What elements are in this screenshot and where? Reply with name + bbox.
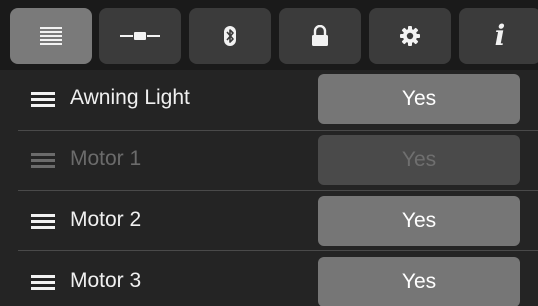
menu-icon bbox=[31, 213, 55, 229]
slider-icon bbox=[120, 30, 160, 42]
divider bbox=[18, 250, 538, 251]
divider bbox=[18, 190, 538, 191]
list-item-awning-light: Awning Light Yes bbox=[0, 70, 538, 130]
lock-icon bbox=[311, 25, 329, 47]
list-item-label: Awning Light bbox=[70, 86, 190, 109]
list-item-motor-1: Motor 1 Yes bbox=[0, 131, 538, 191]
screen: i Awning Light Yes Motor 1 Yes Motor 2 Y… bbox=[0, 0, 538, 306]
tab-settings[interactable] bbox=[369, 8, 451, 64]
tab-list[interactable] bbox=[10, 8, 92, 64]
settings-list: Awning Light Yes Motor 1 Yes Motor 2 Yes… bbox=[0, 70, 538, 306]
menu-icon bbox=[31, 91, 55, 107]
bluetooth-icon bbox=[223, 26, 237, 46]
motor-2-yes-button[interactable]: Yes bbox=[318, 196, 520, 246]
tab-bluetooth[interactable] bbox=[189, 8, 271, 64]
tab-lock[interactable] bbox=[279, 8, 361, 64]
menu-icon bbox=[31, 152, 55, 168]
list-item-label: Motor 2 bbox=[70, 208, 142, 231]
list-item-motor-2: Motor 2 Yes bbox=[0, 192, 538, 252]
tab-info[interactable]: i bbox=[459, 8, 538, 64]
tab-slider[interactable] bbox=[99, 8, 181, 64]
tab-bar: i bbox=[0, 0, 538, 70]
info-icon: i bbox=[494, 19, 506, 52]
list-item-label: Motor 3 bbox=[70, 269, 142, 292]
awning-light-yes-button[interactable]: Yes bbox=[318, 74, 520, 124]
motor-3-yes-button[interactable]: Yes bbox=[318, 257, 520, 306]
list-icon bbox=[40, 27, 62, 45]
menu-icon bbox=[31, 274, 55, 290]
gear-icon bbox=[399, 25, 421, 47]
list-item-label: Motor 1 bbox=[70, 147, 142, 170]
motor-1-yes-button: Yes bbox=[318, 135, 520, 185]
list-item-motor-3: Motor 3 Yes bbox=[0, 253, 538, 306]
